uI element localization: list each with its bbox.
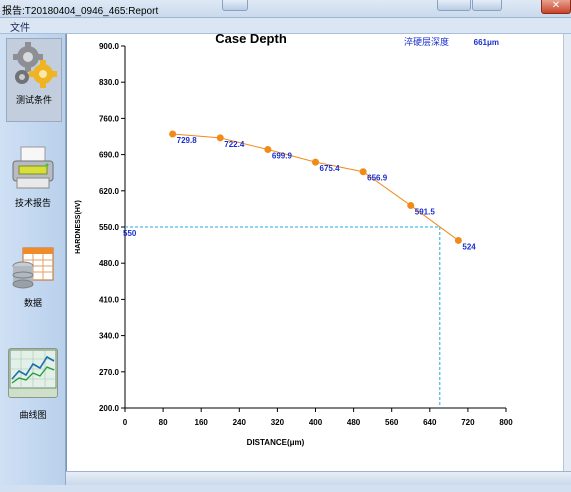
data-label: 591.5 (415, 208, 436, 217)
data-label: 524 (462, 242, 476, 251)
data-label: 699.9 (272, 151, 293, 160)
sidebar-item-label: 曲线图 (19, 410, 47, 420)
title-bar: 报告:T20180404_0946_465:Report ✕ (0, 0, 571, 18)
data-label: 656.9 (367, 174, 388, 183)
x-tick-label: 0 (123, 418, 128, 427)
y-tick-label: 760.0 (99, 114, 120, 123)
sidebar-item-label: 数据 (23, 298, 42, 308)
y-tick-label: 480.0 (99, 259, 120, 268)
close-button[interactable]: ✕ (541, 0, 571, 14)
y-tick-label: 340.0 (99, 332, 120, 341)
case-depth-chart: Case DepthHRC52.0淬硬层深度661μm200.0270.0340… (75, 25, 513, 447)
data-point[interactable] (407, 202, 415, 210)
vertical-scrollbar[interactable] (563, 34, 571, 471)
y-tick-label: 200.0 (99, 404, 120, 413)
y-tick-label: 830.0 (99, 78, 120, 87)
y-tick-label: 900.0 (99, 42, 120, 51)
sidebar-item-label: 技术报告 (14, 198, 51, 208)
close-icon: ✕ (551, 0, 561, 11)
data-point[interactable] (312, 158, 319, 166)
sidebar-item-test-conditions[interactable]: 测试条件 (6, 38, 62, 122)
data-point[interactable] (169, 130, 177, 138)
x-tick-label: 160 (195, 418, 209, 427)
chart-panel: Case DepthHRC52.0淬硬层深度661μm200.0270.0340… (66, 25, 564, 471)
threshold-label: 550 (123, 229, 137, 238)
y-axis-label: HARDNESS(HV) (75, 200, 82, 254)
x-tick-label: 560 (385, 418, 399, 427)
data-label: 729.8 (177, 136, 198, 145)
x-axis-label: DISTANCE(μm) (247, 438, 305, 447)
data-point[interactable] (454, 236, 462, 244)
sidebar-item-curve[interactable]: 曲线图 (6, 348, 60, 421)
x-tick-label: 320 (271, 418, 285, 427)
sidebar: 测试条件 技术报告 数据 曲线图 (0, 34, 66, 492)
x-tick-label: 480 (347, 418, 361, 427)
title-toolbar-button-3[interactable] (472, 0, 502, 11)
case-depth-label: 淬硬层深度 (404, 36, 449, 47)
data-point[interactable] (216, 134, 224, 142)
sidebar-item-data[interactable]: 数据 (6, 244, 60, 309)
case-depth-value: 661μm (474, 38, 499, 47)
x-tick-label: 800 (499, 418, 513, 427)
data-point[interactable] (264, 145, 272, 153)
x-tick-label: 640 (423, 418, 437, 427)
title-toolbar-button-1[interactable] (222, 0, 248, 11)
sidebar-item-label: 测试条件 (15, 95, 52, 105)
data-point[interactable] (359, 168, 367, 176)
y-tick-label: 550.0 (99, 223, 120, 232)
line-chart-icon (8, 348, 58, 398)
menu-bar: 文件 (0, 18, 571, 34)
title-toolbar-button-2[interactable] (437, 0, 471, 11)
data-label: 722.4 (224, 140, 245, 149)
database-table-icon (9, 244, 57, 292)
menu-file[interactable]: 文件 (10, 19, 30, 34)
x-tick-label: 80 (159, 418, 168, 427)
horizontal-scrollbar[interactable] (66, 471, 571, 486)
y-tick-label: 410.0 (99, 295, 120, 304)
y-tick-label: 620.0 (99, 187, 120, 196)
data-label: 675.4 (320, 164, 341, 173)
x-tick-label: 720 (461, 418, 475, 427)
chart-title: Case Depth (215, 34, 287, 46)
series-line (172, 133, 459, 241)
printer-icon (9, 144, 57, 192)
x-tick-label: 240 (233, 418, 247, 427)
sidebar-item-tech-report[interactable]: 技术报告 (6, 144, 60, 209)
gears-icon (10, 41, 58, 89)
y-tick-label: 270.0 (99, 368, 120, 377)
window-title: 报告:T20180404_0946_465:Report (2, 6, 159, 17)
y-tick-label: 690.0 (99, 151, 120, 160)
x-tick-label: 400 (309, 418, 323, 427)
status-bar (0, 485, 571, 492)
